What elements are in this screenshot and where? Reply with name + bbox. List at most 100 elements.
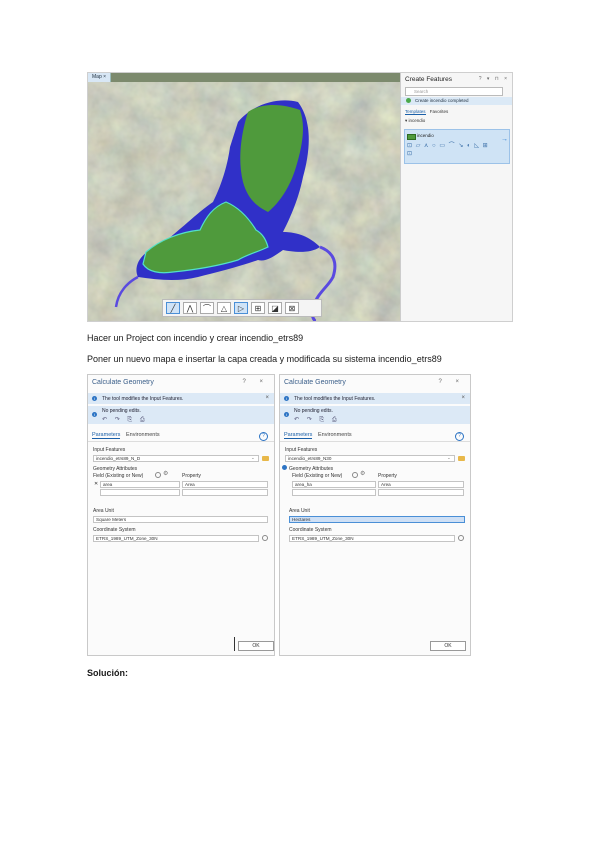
field-column-label: Field (Existing or New) xyxy=(93,473,144,479)
gear-icon[interactable]: ⚙ xyxy=(360,470,365,477)
coordinate-system-label: Coordinate System xyxy=(93,527,136,533)
ok-button[interactable]: OK xyxy=(430,641,466,651)
area-unit-label: Area Unit xyxy=(93,508,114,514)
map-view[interactable]: Map × ╱ ⋀ ⌒ △ ▷ ⊞ ◪ ⊠ xyxy=(88,73,400,321)
globe-icon[interactable] xyxy=(352,472,358,478)
remove-row-icon[interactable]: ✕ xyxy=(94,481,98,487)
vertex-tool-button[interactable]: ⋀ xyxy=(183,302,197,314)
cursor-line xyxy=(234,637,235,651)
cancel-sketch-button[interactable]: ⊠ xyxy=(285,302,299,314)
select-tool-button[interactable]: ▷ xyxy=(234,302,248,314)
tab-parameters[interactable]: Parameters xyxy=(92,432,121,439)
dialog-controls[interactable]: ? × xyxy=(438,379,465,385)
globe-icon[interactable] xyxy=(262,535,268,541)
field-select-empty[interactable] xyxy=(292,489,376,496)
gear-icon[interactable]: ⚙ xyxy=(163,470,168,477)
finish-sketch-button[interactable]: ◪ xyxy=(268,302,282,314)
map-canvas[interactable] xyxy=(88,82,400,321)
geometry-attributes-label: Geometry Attributes xyxy=(289,466,334,472)
tab-favorites[interactable]: Favorites xyxy=(430,109,449,114)
search-placeholder: Search xyxy=(414,89,429,94)
success-icon xyxy=(406,98,411,103)
ok-button[interactable]: OK xyxy=(238,641,274,651)
coordinate-system-select[interactable]: ETRS_1989_UTM_Zone_30N xyxy=(93,535,259,542)
field-select[interactable]: area xyxy=(100,481,180,488)
pending-edits-text: No pending edits. xyxy=(102,408,141,414)
close-icon[interactable]: × xyxy=(461,395,465,401)
property-column-label: Property xyxy=(378,473,397,479)
polygon-tool-button[interactable]: △ xyxy=(217,302,231,314)
folder-icon[interactable] xyxy=(458,456,465,461)
editing-toolbar: ╱ ⋀ ⌒ △ ▷ ⊞ ◪ ⊠ xyxy=(162,299,322,317)
dialog-tabs: Parameters Environments xyxy=(92,432,160,439)
pane-tabs: Templates Favorites xyxy=(405,109,449,115)
input-features-label: Input Features xyxy=(285,447,318,453)
input-features-label: Input Features xyxy=(93,447,126,453)
coordinate-system-label: Coordinate System xyxy=(289,527,332,533)
folder-icon[interactable] xyxy=(262,456,269,461)
tab-parameters[interactable]: Parameters xyxy=(284,432,313,439)
info-dot-icon xyxy=(282,465,287,470)
close-icon[interactable]: × xyxy=(265,395,269,401)
edit-actions-icons[interactable]: ↶ ↷ ⎘ ⎙ xyxy=(102,416,148,424)
template-label: incendio xyxy=(417,133,434,138)
pending-edits-text: No pending edits. xyxy=(294,408,333,414)
info-icon: i xyxy=(284,396,289,401)
divider xyxy=(280,441,470,442)
property-column-label: Property xyxy=(182,473,201,479)
coordinate-system-select[interactable]: ETRS_1989_UTM_Zone_30N xyxy=(289,535,455,542)
property-select-empty[interactable] xyxy=(182,489,268,496)
field-select-empty[interactable] xyxy=(100,489,180,496)
close-icon[interactable]: × xyxy=(103,74,106,80)
help-icon[interactable]: ? xyxy=(259,432,268,441)
globe-icon[interactable] xyxy=(458,535,464,541)
arc-tool-button[interactable]: ⌒ xyxy=(200,302,214,314)
dialog-title: Calculate Geometry xyxy=(284,379,346,386)
info-icon: i xyxy=(284,412,289,417)
tab-environments[interactable]: Environments xyxy=(126,432,160,438)
arcgis-map-screenshot: Map × ╱ ⋀ ⌒ △ ▷ ⊞ ◪ ⊠ Create Features ? … xyxy=(87,72,513,322)
arrow-right-icon[interactable]: → xyxy=(501,136,508,143)
area-unit-select[interactable]: Square Meters xyxy=(93,516,268,523)
map-tab-label: Map xyxy=(92,74,102,80)
instruction-line-1: Hacer un Project con incendio y crear in… xyxy=(87,333,304,343)
dialog-tabs: Parameters Environments xyxy=(284,432,352,439)
tab-templates[interactable]: Templates xyxy=(405,109,426,115)
dialog-title: Calculate Geometry xyxy=(92,379,154,386)
dialog-controls[interactable]: ? × xyxy=(242,379,269,385)
map-tab[interactable]: Map × xyxy=(88,73,112,82)
line-tool-button[interactable]: ╱ xyxy=(166,302,180,314)
property-select[interactable]: Area xyxy=(378,481,464,488)
create-features-pane: Create Features ? ▾ ⊓ × Search Create in… xyxy=(400,73,512,321)
info-text: The tool modifies the Input Features. xyxy=(102,396,184,402)
area-unit-select[interactable]: Hectares xyxy=(289,516,465,523)
template-group[interactable]: ▾ incendio xyxy=(405,118,425,124)
divider xyxy=(88,441,274,442)
pane-window-controls[interactable]: ? ▾ ⊓ × xyxy=(479,76,509,82)
construction-tools[interactable]: ⊡ ▱ ⋏ ○ ▭ ⌒ ↘ ◐ ◺ ⊞ ⊡ xyxy=(407,142,497,158)
field-select[interactable]: area_ha xyxy=(292,481,376,488)
area-unit-label: Area Unit xyxy=(289,508,310,514)
input-features-field[interactable]: incendio_etrs89_N30 xyxy=(285,455,455,462)
edit-actions-icons[interactable]: ↶ ↷ ⎘ ⎙ xyxy=(294,416,340,424)
help-icon[interactable]: ? xyxy=(455,432,464,441)
field-column-label: Field (Existing or New) xyxy=(292,473,343,479)
property-select[interactable]: Area xyxy=(182,481,268,488)
status-text: Create incendio completed xyxy=(415,98,469,103)
input-features-field[interactable]: incendio_etrs89_N_D xyxy=(93,455,259,462)
instruction-line-2: Poner un nuevo mapa e insertar la capa c… xyxy=(87,354,442,364)
search-input[interactable]: Search xyxy=(405,87,503,96)
tab-environments[interactable]: Environments xyxy=(318,432,352,438)
globe-icon[interactable] xyxy=(155,472,161,478)
property-select-empty[interactable] xyxy=(378,489,464,496)
polygon-swatch-icon xyxy=(407,134,416,140)
calculate-geometry-dialog-left: Calculate Geometry ? × i The tool modifi… xyxy=(87,374,275,656)
geometry-attributes-label: Geometry Attributes xyxy=(93,466,138,472)
edit-vertices-button[interactable]: ⊞ xyxy=(251,302,265,314)
calculate-geometry-dialog-right: Calculate Geometry ? × i The tool modifi… xyxy=(279,374,471,656)
info-text: The tool modifies the Input Features. xyxy=(294,396,376,402)
pane-title: Create Features xyxy=(405,76,452,83)
info-icon: i xyxy=(92,412,97,417)
info-icon: i xyxy=(92,396,97,401)
solution-heading: Solución: xyxy=(87,668,128,678)
